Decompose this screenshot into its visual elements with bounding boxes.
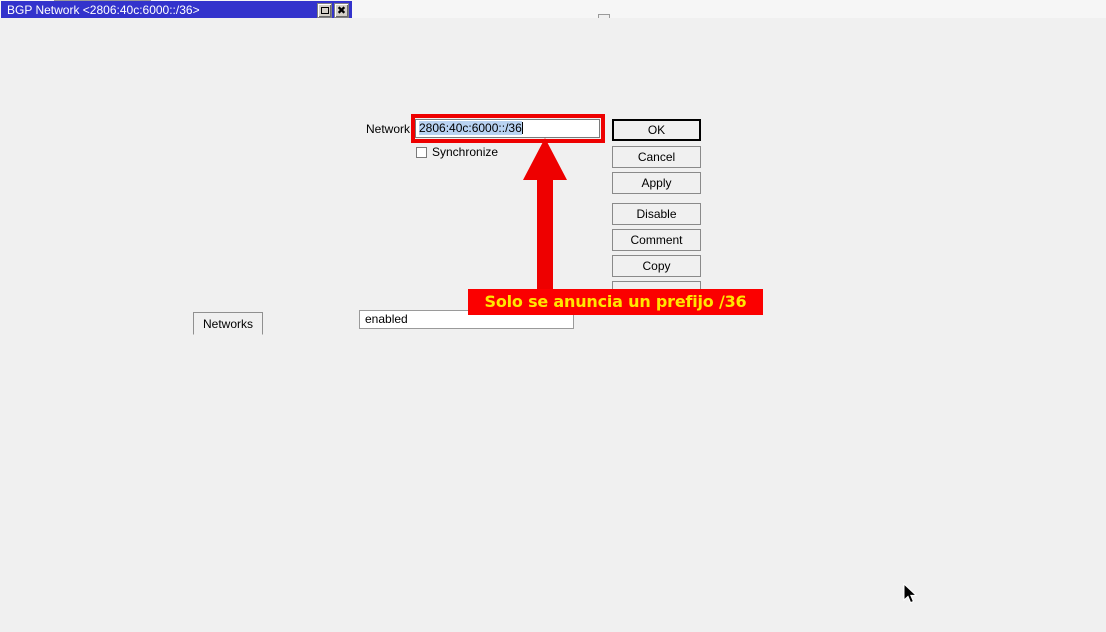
dialog-title-text: BGP Network <2806:40c:6000::/36>: [7, 3, 200, 17]
copy-button[interactable]: Copy: [612, 255, 701, 277]
bgp-network-dialog[interactable]: BGP Network <2806:40c:6000::/36> ✖: [0, 0, 353, 236]
synchronize-checkbox[interactable]: [416, 147, 427, 158]
dialog-title-bar: BGP Network <2806:40c:6000::/36> ✖: [1, 1, 352, 19]
ok-button[interactable]: OK: [612, 119, 701, 141]
maximize-icon[interactable]: [317, 3, 332, 18]
network-field-highlight: [411, 114, 605, 143]
annotation-arrow: [515, 138, 575, 290]
screen-root: Terminal <1> ✖ MMM MMM KKK MMMM MMMM KKK…: [0, 0, 1106, 632]
network-field-label: Network:: [366, 122, 413, 136]
cancel-button[interactable]: Cancel: [612, 146, 701, 168]
mouse-cursor: [903, 583, 919, 605]
close-icon[interactable]: ✖: [334, 3, 349, 18]
tab-networks[interactable]: Networks: [193, 312, 263, 335]
disable-button[interactable]: Disable: [612, 203, 701, 225]
synchronize-label: Synchronize: [432, 145, 498, 159]
apply-button[interactable]: Apply: [612, 172, 701, 194]
annotation-callout: Solo se anuncia un prefijo /36: [468, 289, 763, 315]
dialog-window-controls[interactable]: ✖: [317, 3, 349, 18]
comment-button[interactable]: Comment: [612, 229, 701, 251]
